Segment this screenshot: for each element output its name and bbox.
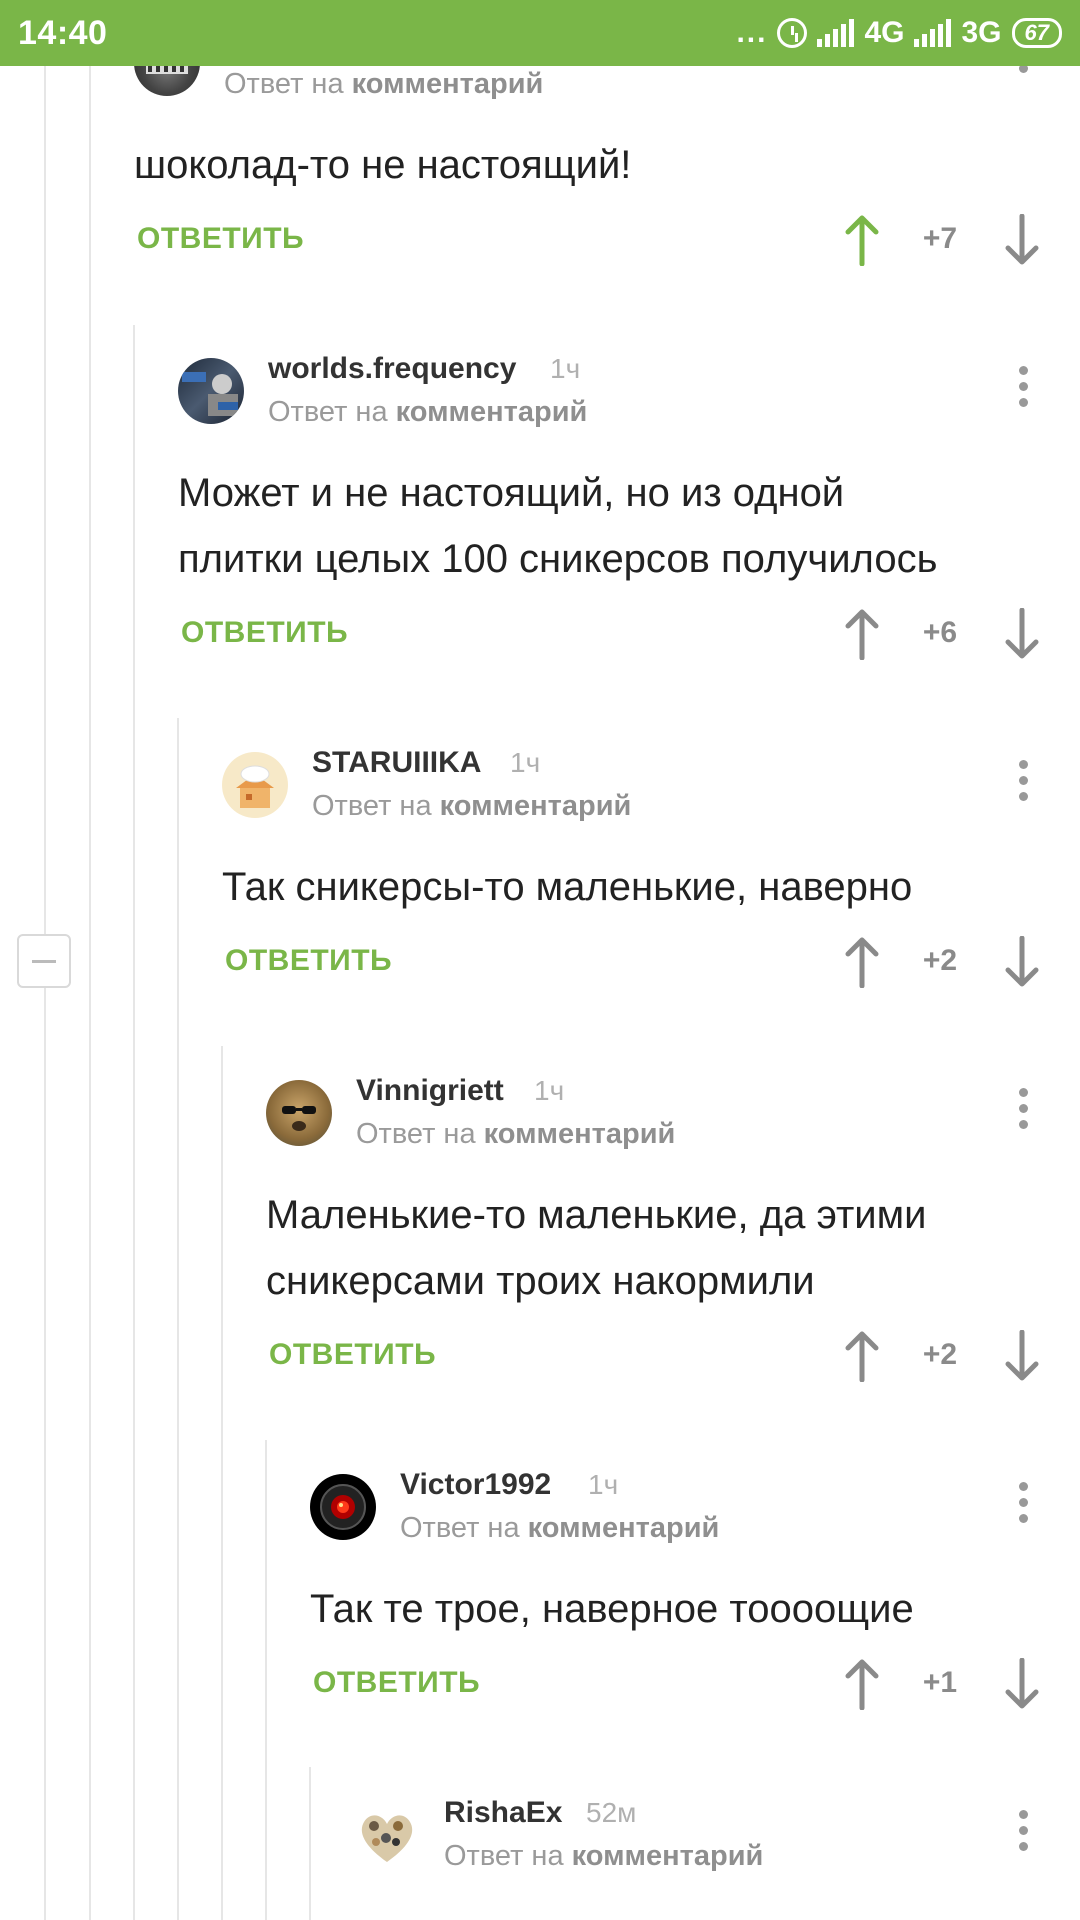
downvote-arrow-icon[interactable] [1002, 1658, 1042, 1710]
thread-line [265, 1440, 267, 1920]
status-icons: ... 4G 3G 67 [736, 16, 1062, 50]
more-options-icon[interactable] [1016, 64, 1030, 108]
status-bar: 14:40 ... 4G 3G 67 [0, 0, 1080, 66]
comment-text: Маленькие-то маленькие, да этими [266, 1193, 927, 1237]
network-3g-label: 3G [961, 16, 1002, 49]
signal-icon [817, 19, 855, 47]
more-options-icon[interactable] [1016, 760, 1030, 804]
thread-line [221, 1046, 223, 1920]
comment-time: 1ч [550, 353, 581, 384]
upvote-arrow-icon[interactable] [842, 608, 882, 660]
reply-to-text: Ответ на комментарий [356, 1118, 676, 1150]
comment-score: +1 [922, 1666, 958, 1699]
reply-to-link[interactable]: комментарий [484, 1118, 676, 1150]
comment-score: +2 [922, 1338, 958, 1371]
status-time: 14:40 [18, 13, 108, 52]
reply-to-link[interactable]: комментарий [396, 396, 588, 428]
comment-time: 1ч [588, 1469, 619, 1500]
reply-button[interactable]: ОТВЕТИТЬ [313, 1666, 480, 1700]
user-avatar[interactable] [266, 1080, 332, 1146]
network-4g-label: 4G [864, 16, 905, 49]
thread-line [133, 325, 135, 1920]
upvote-arrow-icon[interactable] [842, 214, 882, 266]
user-avatar[interactable] [354, 1802, 420, 1868]
user-avatar[interactable] [310, 1474, 376, 1540]
more-options-icon[interactable] [1016, 1088, 1030, 1132]
thread-line [89, 0, 91, 1920]
username[interactable]: Vinnigriett [356, 1074, 504, 1108]
reply-to-text: Ответ на комментарий [312, 790, 632, 822]
upvote-arrow-icon[interactable] [842, 936, 882, 988]
alarm-icon [777, 18, 808, 48]
comment-text: Так сникерсы-то маленькие, наверно [222, 865, 913, 909]
comment-time: 1ч [534, 1075, 565, 1106]
downvote-arrow-icon[interactable] [1002, 1330, 1042, 1382]
thread-line [177, 718, 179, 1920]
reply-button[interactable]: ОТВЕТИТЬ [137, 222, 304, 256]
dog-avatar-icon [282, 1106, 316, 1131]
comment-time: 1ч [510, 747, 541, 778]
comment-score: +6 [922, 616, 958, 649]
comment-time: 52м [586, 1797, 637, 1828]
photo-avatar-icon [182, 372, 238, 416]
comment-text: Может и не настоящий, но из одной [178, 471, 845, 515]
downvote-arrow-icon[interactable] [1002, 214, 1042, 266]
reply-to-text: Ответ на комментарий [268, 396, 588, 428]
upvote-arrow-icon[interactable] [842, 1330, 882, 1382]
upvote-arrow-icon[interactable] [842, 1658, 882, 1710]
reply-to-text: Ответ на комментарий [224, 68, 544, 100]
downvote-arrow-icon[interactable] [1002, 608, 1042, 660]
reply-to-link[interactable]: комментарий [440, 790, 632, 822]
house-avatar-icon [236, 765, 274, 808]
comment-text: плитки целых 100 сникерсов получилось [178, 537, 938, 581]
comment-score: +7 [922, 222, 958, 255]
username[interactable]: RishaEx [444, 1796, 562, 1830]
more-options-icon[interactable] [1016, 1810, 1030, 1854]
collapse-thread-button[interactable] [17, 934, 71, 988]
username[interactable]: Victor1992 [400, 1468, 551, 1502]
signal-icon-2 [914, 19, 952, 47]
comment-text: Так те трое, наверное тоооощие [310, 1587, 914, 1631]
more-options-icon[interactable] [1016, 366, 1030, 410]
battery-icon: 67 [1011, 18, 1062, 48]
downvote-arrow-icon[interactable] [1002, 936, 1042, 988]
user-avatar[interactable] [222, 752, 288, 818]
hal-eye-avatar-icon [320, 1484, 366, 1530]
username[interactable]: worlds.frequency [268, 352, 516, 386]
reply-to-text: Ответ на комментарий [400, 1512, 720, 1544]
reply-to-link[interactable]: комментарий [572, 1840, 764, 1872]
reply-to-text: Ответ на комментарий [444, 1840, 764, 1872]
username[interactable]: STARUIIIKA [312, 746, 481, 780]
reply-to-link[interactable]: комментарий [528, 1512, 720, 1544]
thread-line [309, 1767, 311, 1920]
reply-button[interactable]: ОТВЕТИТЬ [225, 944, 392, 978]
comment-text: сникерсами троих накормили [266, 1259, 815, 1303]
notification-dots-icon: ... [736, 16, 768, 49]
comment-score: +2 [922, 944, 958, 977]
reply-button[interactable]: ОТВЕТИТЬ [269, 1338, 436, 1372]
cats-heart-avatar-icon [361, 1815, 413, 1862]
reply-button[interactable]: ОТВЕТИТЬ [181, 616, 348, 650]
comment-text: шоколад-то не настоящий! [134, 143, 632, 187]
more-options-icon[interactable] [1016, 1482, 1030, 1526]
user-avatar[interactable] [178, 358, 244, 424]
reply-to-link[interactable]: комментарий [352, 68, 544, 100]
